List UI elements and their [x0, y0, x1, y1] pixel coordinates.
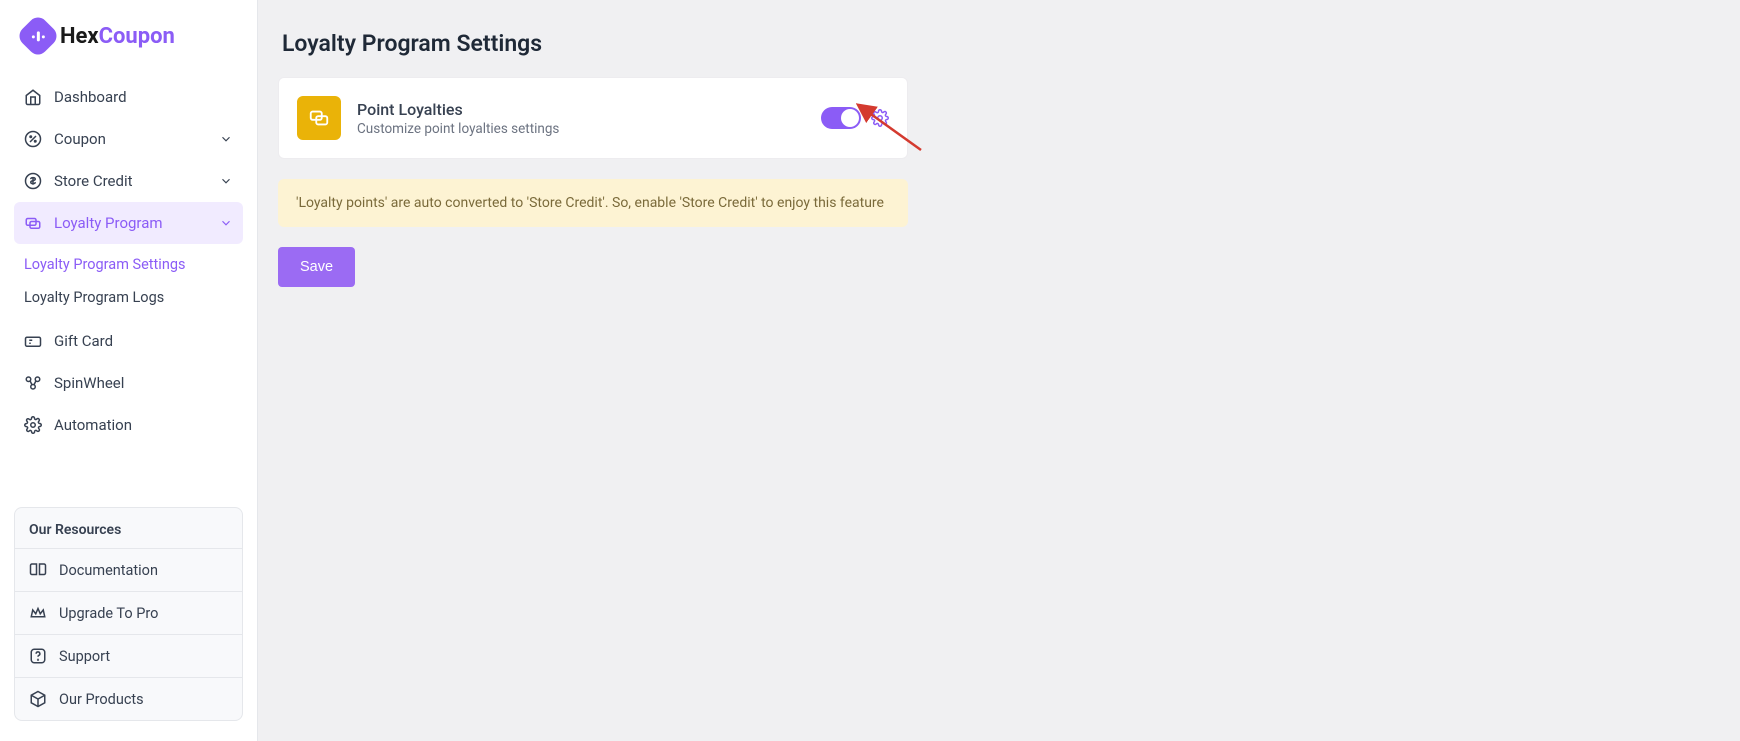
point-loyalties-settings-icon[interactable]	[871, 109, 889, 127]
sidebar-item-label: Gift Card	[54, 332, 113, 350]
point-loyalties-card: Point Loyalties Customize point loyaltie…	[278, 77, 908, 159]
percent-icon	[24, 130, 42, 148]
brand-logo-icon	[15, 13, 60, 58]
resources-title: Our Resources	[15, 508, 242, 548]
sidebar-nav: Dashboard Coupon Store Credit	[14, 76, 243, 446]
resource-label: Upgrade To Pro	[59, 605, 158, 622]
page-title: Loyalty Program Settings	[282, 30, 1720, 57]
point-loyalties-icon	[297, 96, 341, 140]
sidebar-item-label: Store Credit	[54, 172, 133, 190]
sidebar-subitem-loyalty-settings[interactable]: Loyalty Program Settings	[14, 248, 243, 281]
sidebar-item-label: Dashboard	[54, 88, 127, 106]
sidebar-item-spinwheel[interactable]: SpinWheel	[14, 362, 243, 404]
chevron-down-icon	[219, 174, 233, 188]
brand-logo-text: HexCoupon	[60, 24, 175, 49]
crown-icon	[29, 604, 47, 622]
spinwheel-icon	[24, 374, 42, 392]
card-title: Point Loyalties	[357, 100, 805, 119]
brand-logo[interactable]: HexCoupon	[14, 14, 243, 66]
sidebar-item-label: Automation	[54, 416, 132, 434]
sidebar-item-label: Loyalty Program	[54, 214, 163, 232]
sidebar-item-coupon[interactable]: Coupon	[14, 118, 243, 160]
save-button[interactable]: Save	[278, 247, 355, 287]
gift-card-icon	[24, 332, 42, 350]
sidebar-item-store-credit[interactable]: Store Credit	[14, 160, 243, 202]
sidebar-item-loyalty-program[interactable]: Loyalty Program	[14, 202, 243, 244]
resource-label: Documentation	[59, 562, 158, 579]
resource-support[interactable]: Support	[15, 634, 242, 677]
resources-panel: Our Resources Documentation Upgrade To P…	[14, 507, 243, 721]
sidebar-item-gift-card[interactable]: Gift Card	[14, 320, 243, 362]
chevron-down-icon	[219, 216, 233, 230]
sidebar-item-dashboard[interactable]: Dashboard	[14, 76, 243, 118]
info-alert: 'Loyalty points' are auto converted to '…	[278, 179, 908, 227]
gear-icon	[24, 416, 42, 434]
chevron-down-icon	[219, 132, 233, 146]
point-loyalties-toggle[interactable]	[821, 107, 861, 129]
sidebar-item-automation[interactable]: Automation	[14, 404, 243, 446]
toggle-knob	[841, 109, 859, 127]
sidebar: HexCoupon Dashboard Coupon	[0, 0, 258, 741]
sidebar-subnav-loyalty: Loyalty Program Settings Loyalty Program…	[14, 248, 243, 314]
resource-label: Our Products	[59, 691, 144, 708]
card-description: Customize point loyalties settings	[357, 121, 805, 137]
main-content: Loyalty Program Settings Point Loyalties…	[258, 0, 1740, 741]
resource-label: Support	[59, 648, 110, 665]
dollar-icon	[24, 172, 42, 190]
package-icon	[29, 690, 47, 708]
resource-products[interactable]: Our Products	[15, 677, 242, 720]
resource-documentation[interactable]: Documentation	[15, 548, 242, 591]
resource-upgrade[interactable]: Upgrade To Pro	[15, 591, 242, 634]
help-icon	[29, 647, 47, 665]
sidebar-item-label: Coupon	[54, 130, 106, 148]
sidebar-subitem-loyalty-logs[interactable]: Loyalty Program Logs	[14, 281, 243, 314]
book-icon	[29, 561, 47, 579]
home-icon	[24, 88, 42, 106]
sidebar-item-label: SpinWheel	[54, 374, 124, 392]
loyalty-icon	[24, 214, 42, 232]
